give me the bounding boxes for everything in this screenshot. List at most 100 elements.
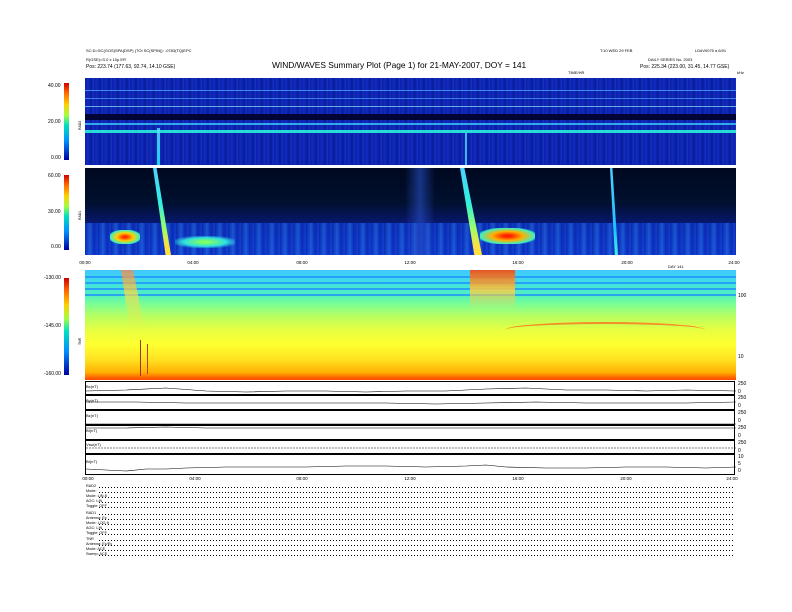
dotted-row-3 (98, 502, 734, 503)
time-tick-lower-2: 08:00 (296, 476, 308, 481)
line-plot-4 (85, 425, 736, 440)
time-tick-upper-2: 08:00 (296, 260, 308, 265)
rad1-spectrogram (85, 168, 736, 255)
line-plot-6 (85, 454, 736, 475)
rad1-tick-mid: 30.00 (48, 209, 61, 215)
rad1-column-glow (405, 168, 435, 255)
line-plot-6-tick-0: 0 (738, 468, 741, 474)
tnr-right-tick-100: 100 (738, 293, 747, 299)
time-tick-lower-6: 24:00 (726, 476, 738, 481)
line-plot-1-tick-top: 250 (738, 381, 747, 387)
line-plot-3-label: Bz(nT) (86, 413, 98, 418)
line-plot-4-tick-bottom: 0 (738, 433, 741, 439)
rad1-label: RAD1 (78, 210, 82, 220)
time-tick-lower-3: 12:00 (404, 476, 416, 481)
tnr-plasma-line (505, 322, 705, 338)
dotted-row-13 (98, 555, 734, 556)
rad2-tick-mid: 20.00 (48, 119, 61, 125)
time-tick-upper-0: 00:00 (79, 260, 91, 265)
line-plot-5 (85, 440, 736, 454)
line-plot-6-tick-5: 5 (738, 461, 741, 467)
dotted-row-11 (98, 545, 734, 546)
line-plot-6-label: Bt(nT) (86, 459, 98, 464)
time-tick-upper-5: 20:00 (621, 260, 633, 265)
tnr-burst-2 (470, 270, 515, 310)
line-plot-3-trace (86, 423, 736, 425)
rad2-tick-top: 40.00 (48, 83, 61, 89)
header-spacecraft-line: SC:D=SC(GOS)SPA(DSP) (TOI SC(SPIN)): -07… (86, 48, 192, 53)
line-plot-6-tick-10: 10 (738, 454, 744, 460)
line-plot-2 (85, 395, 736, 410)
rad1-tick-top: 60.00 (48, 173, 61, 179)
time-tick-lower-4: 16:00 (512, 476, 524, 481)
line-plot-4-label: Bt(nT) (86, 428, 98, 433)
dotted-row-5 (98, 514, 734, 515)
tnr-spectrogram (85, 270, 736, 380)
rad2-burst-1 (157, 128, 160, 165)
time-axis-day-label: DAY 141 (668, 264, 684, 269)
info-line-5: RAD1 (86, 511, 97, 515)
dotted-row-9 (98, 534, 734, 535)
info-line-0: RAD2 (86, 484, 97, 488)
time-tick-lower-1: 04:00 (189, 476, 201, 481)
header-distance-line: R(GSE)=S.0 x 10µ ER (86, 57, 126, 62)
line-plot-2-label: By(nT) (86, 398, 98, 403)
line-plot-3-tick-bottom: 0 (738, 418, 741, 424)
rad2-label: RAD2 (78, 120, 82, 130)
dotted-row-1 (98, 492, 734, 493)
line-plot-1-trace (86, 387, 736, 393)
time-tick-lower-0: 00:00 (82, 476, 94, 481)
line-plot-1-label: Bx(nT) (86, 384, 98, 389)
rad2-colorbar (64, 83, 69, 160)
line-plot-3 (85, 410, 736, 425)
rad1-colorbar (64, 175, 69, 250)
header-time-label: TIME/HR (568, 70, 585, 75)
dotted-row-8 (98, 529, 734, 530)
rad1-tick-bottom: 0.00 (51, 244, 61, 250)
line-plot-2-trace (86, 401, 736, 405)
tnr-tick-bottom: -160.00 (44, 371, 61, 377)
line-plot-4-tick-top: 250 (738, 425, 747, 431)
rad2-tick-bottom: 0.00 (51, 155, 61, 161)
dotted-row-0 (98, 487, 734, 488)
line-plot-6-trace (86, 464, 736, 472)
tnr-tick-mid: -145.00 (44, 323, 61, 329)
tnr-tick-top: -130.00 (44, 275, 61, 281)
dotted-row-2 (98, 497, 734, 498)
time-tick-upper-4: 16:00 (512, 260, 524, 265)
line-plot-5-tick-top: 250 (738, 440, 747, 446)
tnr-right-tick-10: 10 (738, 354, 744, 360)
line-plot-2-tick-top: 250 (738, 395, 747, 401)
line-plot-5-label: Vsw(nT) (86, 442, 101, 447)
dotted-row-4 (98, 507, 734, 508)
rad1-hotspot-3 (175, 236, 235, 248)
rad1-hotspot-2 (480, 228, 535, 244)
rad2-spectrogram (85, 78, 736, 165)
time-tick-upper-3: 12:00 (404, 260, 416, 265)
dotted-row-10 (98, 540, 734, 541)
tnr-spike-2 (147, 344, 148, 374)
header-version-right: LD#V0075 a 6/01 (695, 48, 727, 53)
header-position-left: Pos: 223.74 (177.63, 92.74, 14.10 GSE) (86, 64, 176, 70)
dotted-row-7 (98, 524, 734, 525)
header-position-right: Pos: 225.34 (223.00, 31.45, 14.77 GSE) (640, 64, 730, 70)
tnr-label: TNR (78, 337, 82, 345)
header-date-right: T:10 WED 29 FEB (600, 48, 633, 53)
page-title: WIND/WAVES Summary Plot (Page 1) for 21-… (272, 60, 527, 70)
line-plot-5-trace (86, 447, 736, 449)
rad1-hotspot-1 (110, 230, 140, 244)
line-plot-1 (85, 381, 736, 395)
rad2-burst-2 (465, 133, 467, 165)
time-tick-upper-1: 04:00 (187, 260, 199, 265)
tnr-colorbar (64, 278, 69, 375)
line-plot-3-tick-top: 250 (738, 410, 747, 416)
header-khz-label: kHz (737, 70, 744, 75)
info-line-1: Mode: (86, 489, 97, 493)
tnr-spike-1 (140, 340, 141, 376)
info-line-10: TNR (86, 537, 94, 541)
dotted-row-6 (98, 519, 734, 520)
tnr-upper-bands (85, 276, 736, 300)
time-tick-lower-5: 20:00 (620, 476, 632, 481)
line-plot-4-trace (86, 426, 736, 429)
header-series-right: DAILY SERIES No. 2003 (648, 57, 693, 62)
